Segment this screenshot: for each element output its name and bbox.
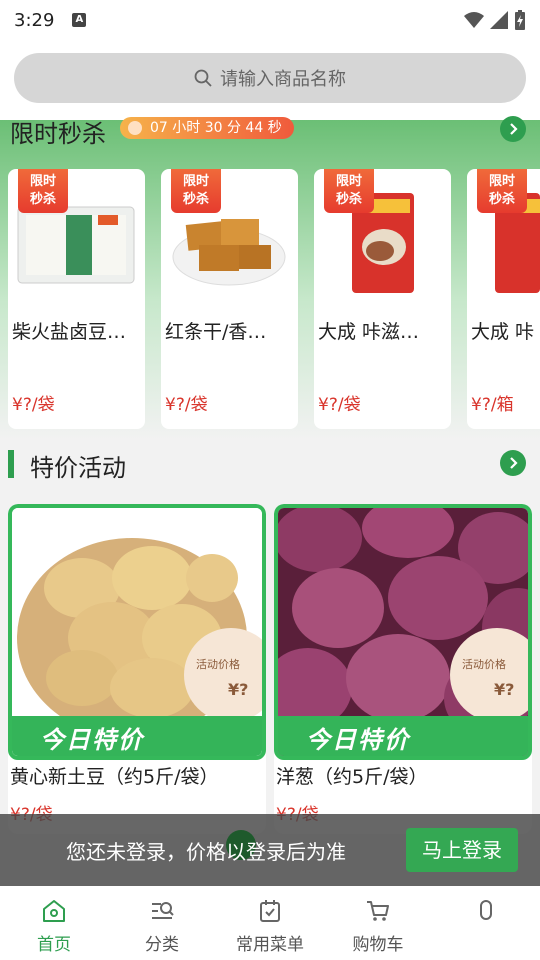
nav-label: 首页 xyxy=(37,935,71,955)
countdown-timer: 07 小时 30 分 44 秒 xyxy=(120,117,294,139)
cart-icon xyxy=(367,901,389,921)
clock-icon xyxy=(128,121,142,135)
product-name: 黄心新土豆（约5斤/袋） xyxy=(10,766,219,788)
nav-item-category[interactable]: 分类 xyxy=(108,886,216,960)
notification-icon: A xyxy=(72,13,87,27)
nav-item-common-menu[interactable]: 常用菜单 xyxy=(216,886,324,960)
nav-item-profile[interactable] xyxy=(432,886,540,960)
nav-label: 购物车 xyxy=(352,935,404,955)
flash-product-card[interactable]: 限时 秒杀 大成 咔滋… ¥?/袋 xyxy=(314,169,451,429)
status-icons xyxy=(464,10,526,30)
signal-icon xyxy=(490,11,508,29)
status-bar: 3:29 A xyxy=(0,0,540,40)
flash-product-card[interactable]: 限时 秒杀 红条干/香… ¥?/袋 xyxy=(161,169,298,429)
product-name: 洋葱（约5斤/袋） xyxy=(276,766,428,788)
clipboard-check-icon xyxy=(260,900,280,922)
flash-sale-title: 限时秒杀 xyxy=(10,120,106,148)
flash-sale-tag: 限时 秒杀 xyxy=(477,169,527,213)
product-price: ¥?/袋 xyxy=(12,395,55,415)
activity-price-label: 活动价格 xyxy=(196,658,240,671)
nav-label: 分类 xyxy=(145,935,179,955)
nav-item-cart[interactable]: 购物车 xyxy=(324,886,432,960)
battery-icon xyxy=(515,10,525,30)
special-product-card[interactable]: 活动价格 ¥? 今日特价 洋葱（约5斤/袋） ¥?/袋 xyxy=(274,504,532,834)
product-image-frame: 活动价格 ¥? 今日特价 xyxy=(8,504,266,760)
flash-product-card[interactable]: 限时 秒杀 大成 咔 ¥?/箱 xyxy=(467,169,540,429)
product-name: 柴火盐卤豆… xyxy=(12,321,127,343)
nav-item-home[interactable]: 首页 xyxy=(0,886,108,960)
section-accent-bar xyxy=(8,450,14,478)
search-input[interactable]: 请输入商品名称 xyxy=(14,53,526,103)
special-product-card[interactable]: 活动价格 ¥? 今日特价 黄心新土豆（约5斤/袋） ¥?/袋 xyxy=(8,504,266,834)
activity-price-value: ¥? xyxy=(494,680,515,699)
chevron-right-icon xyxy=(510,457,518,469)
activity-price-label: 活动价格 xyxy=(462,658,506,671)
product-image-frame: 活动价格 ¥? 今日特价 xyxy=(274,504,532,760)
flash-product-card[interactable]: 限时 秒杀 柴火盐卤豆… ¥?/袋 xyxy=(8,169,145,429)
user-icon xyxy=(480,900,492,920)
flash-sale-section: 限时秒杀 07 小时 30 分 44 秒 限时 秒杀 柴火盐卤豆… ¥?/袋 限… xyxy=(0,116,540,440)
search-icon xyxy=(194,69,212,87)
chevron-right-icon xyxy=(510,123,518,135)
special-more-button[interactable] xyxy=(500,450,526,476)
product-name: 红条干/香… xyxy=(165,321,267,343)
category-search-icon xyxy=(152,902,174,919)
product-price: ¥?/袋 xyxy=(318,395,361,415)
special-section-header: 特价活动 xyxy=(0,448,540,488)
flash-sale-tag: 限时 秒杀 xyxy=(171,169,221,213)
nav-label: 常用菜单 xyxy=(236,935,304,955)
login-prompt-text: 您还未登录，价格以登录后为准 xyxy=(66,840,346,864)
countdown-text: 07 小时 30 分 44 秒 xyxy=(150,120,282,136)
bottom-navigation: 首页 分类 常用菜单 购物车 xyxy=(0,886,540,960)
status-time: 3:29 xyxy=(14,9,55,31)
special-section-title: 特价活动 xyxy=(30,454,126,482)
flash-sale-tag: 限时 秒杀 xyxy=(324,169,374,213)
product-name: 大成 咔 xyxy=(471,321,535,343)
flash-sale-tag: 限时 秒杀 xyxy=(18,169,68,213)
product-price: ¥?/袋 xyxy=(165,395,208,415)
wifi-icon xyxy=(464,12,484,28)
today-special-banner: 今日特价 xyxy=(12,716,262,756)
search-area: 请输入商品名称 xyxy=(0,40,540,120)
flash-sale-more-button[interactable] xyxy=(500,116,526,142)
login-prompt-banner: 您还未登录，价格以登录后为准 马上登录 xyxy=(0,814,540,886)
product-name: 大成 咔滋… xyxy=(318,321,420,343)
today-special-banner: 今日特价 xyxy=(278,716,528,756)
home-icon xyxy=(43,900,65,922)
product-price: ¥?/箱 xyxy=(471,395,514,415)
activity-price-value: ¥? xyxy=(228,680,249,699)
login-button[interactable]: 马上登录 xyxy=(406,828,518,872)
search-placeholder: 请输入商品名称 xyxy=(220,69,346,90)
